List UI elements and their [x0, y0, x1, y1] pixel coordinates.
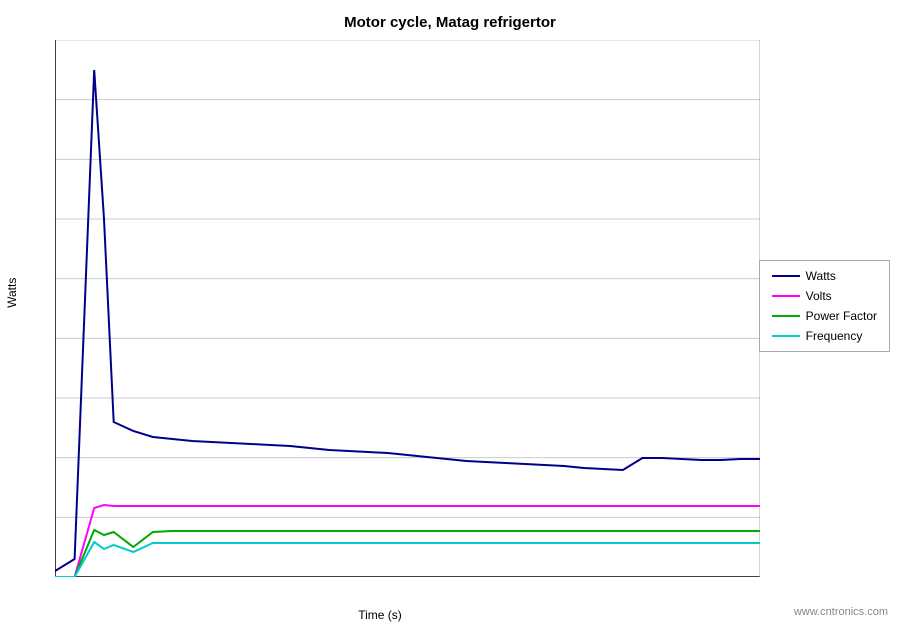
- legend-line-volts: [772, 295, 800, 297]
- y-axis-label: Watts: [5, 278, 19, 308]
- legend-item-volts: Volts: [772, 289, 877, 303]
- x-axis-label: Time (s): [0, 608, 760, 622]
- legend-item-watts: Watts: [772, 269, 877, 283]
- legend-line-frequency: [772, 335, 800, 337]
- legend-item-frequency: Frequency: [772, 329, 877, 343]
- legend-label-volts: Volts: [806, 289, 832, 303]
- chart-svg: 900 800 700 600 500 400 300 200 100 0 1 …: [55, 40, 760, 577]
- legend-item-power-factor: Power Factor: [772, 309, 877, 323]
- chart-container: Motor cycle, Matag refrigertor Watts Tim…: [0, 0, 900, 632]
- legend-line-watts: [772, 275, 800, 277]
- legend-label-frequency: Frequency: [806, 329, 863, 343]
- chart-legend: Watts Volts Power Factor Frequency: [759, 260, 890, 352]
- watermark: www.cntronics.com: [794, 606, 888, 618]
- legend-line-power-factor: [772, 315, 800, 317]
- legend-label-watts: Watts: [806, 269, 836, 283]
- chart-title: Motor cycle, Matag refrigertor: [0, 0, 900, 39]
- legend-label-power-factor: Power Factor: [806, 309, 877, 323]
